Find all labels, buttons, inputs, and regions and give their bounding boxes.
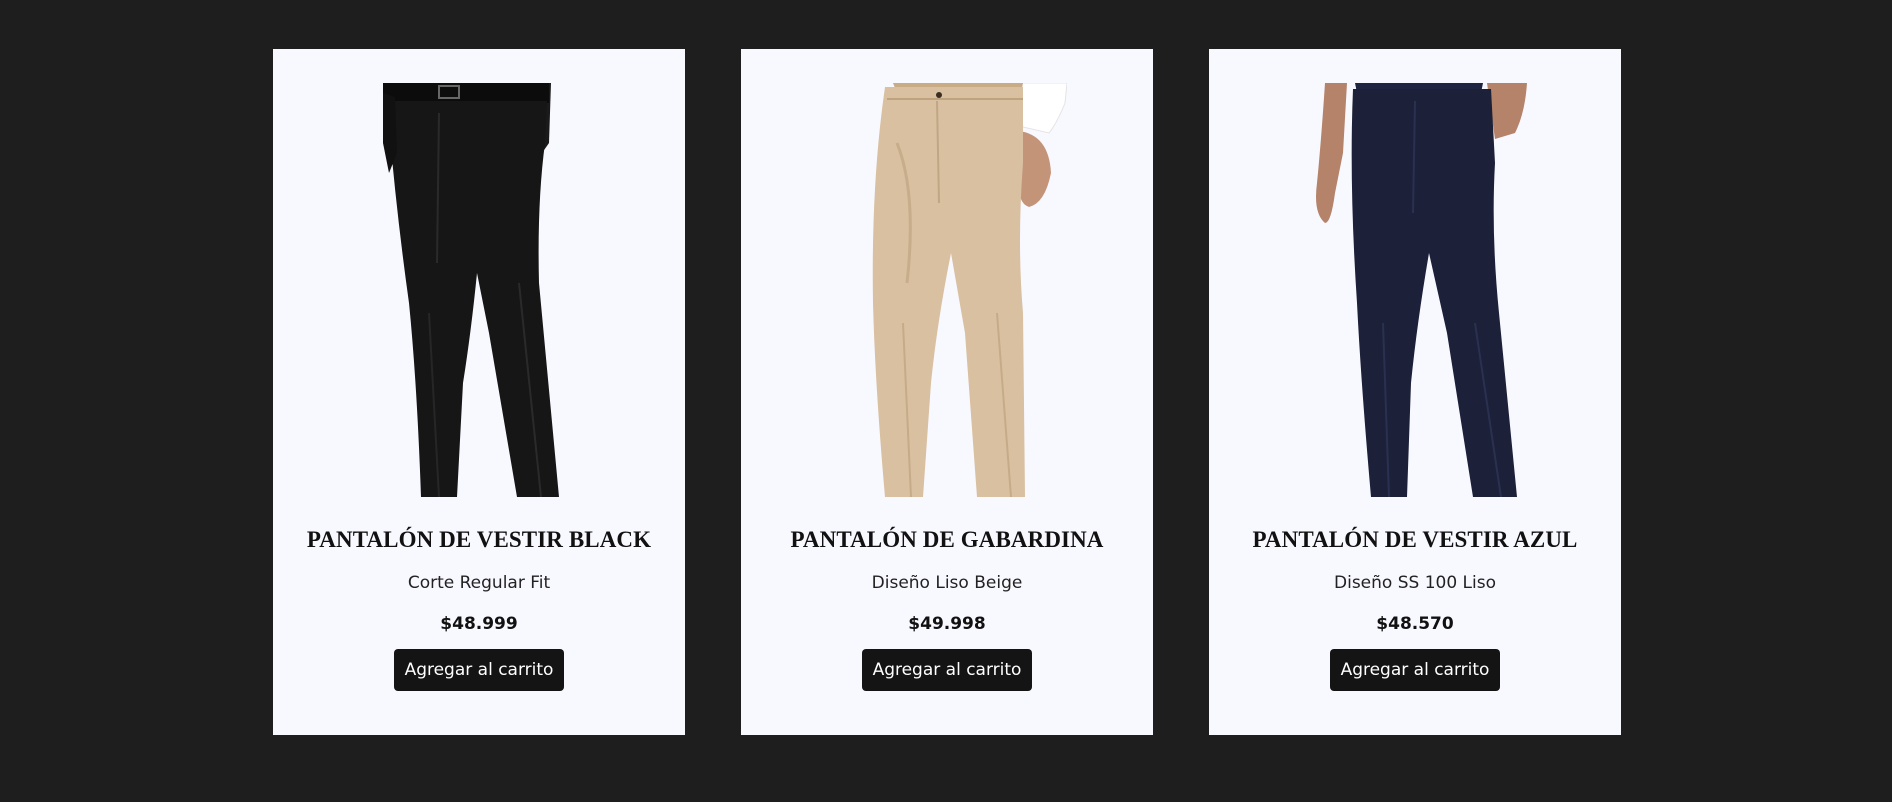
navy-dress-pants-photo xyxy=(1316,83,1527,497)
product-title: PANTALÓN DE GABARDINA xyxy=(790,527,1104,552)
add-to-cart-button[interactable]: Agregar al carrito xyxy=(861,649,1033,691)
product-subtitle: Diseño Liso Beige xyxy=(871,573,1023,593)
product-image-beige-pants xyxy=(827,83,1067,497)
product-price: $49.998 xyxy=(908,614,986,634)
product-title: PANTALÓN DE VESTIR AZUL xyxy=(1252,527,1578,552)
product-image-black-pants xyxy=(359,83,599,497)
add-to-cart-button[interactable]: Agregar al carrito xyxy=(1329,649,1501,691)
product-grid: PANTALÓN DE VESTIR BLACK Corte Regular F… xyxy=(273,49,1621,735)
product-price: $48.570 xyxy=(1376,614,1454,634)
product-card: PANTALÓN DE VESTIR AZUL Diseño SS 100 Li… xyxy=(1209,49,1621,735)
product-subtitle: Diseño SS 100 Liso xyxy=(1334,573,1496,593)
product-card: PANTALÓN DE GABARDINA Diseño Liso Beige … xyxy=(741,49,1153,735)
black-dress-pants-photo xyxy=(383,83,559,497)
beige-gabardine-pants-photo xyxy=(872,83,1067,497)
product-subtitle: Corte Regular Fit xyxy=(407,573,551,593)
add-to-cart-button[interactable]: Agregar al carrito xyxy=(393,649,565,691)
product-card: PANTALÓN DE VESTIR BLACK Corte Regular F… xyxy=(273,49,685,735)
product-price: $48.999 xyxy=(440,614,518,634)
product-image-navy-pants xyxy=(1295,83,1535,497)
product-title: PANTALÓN DE VESTIR BLACK xyxy=(306,527,652,552)
